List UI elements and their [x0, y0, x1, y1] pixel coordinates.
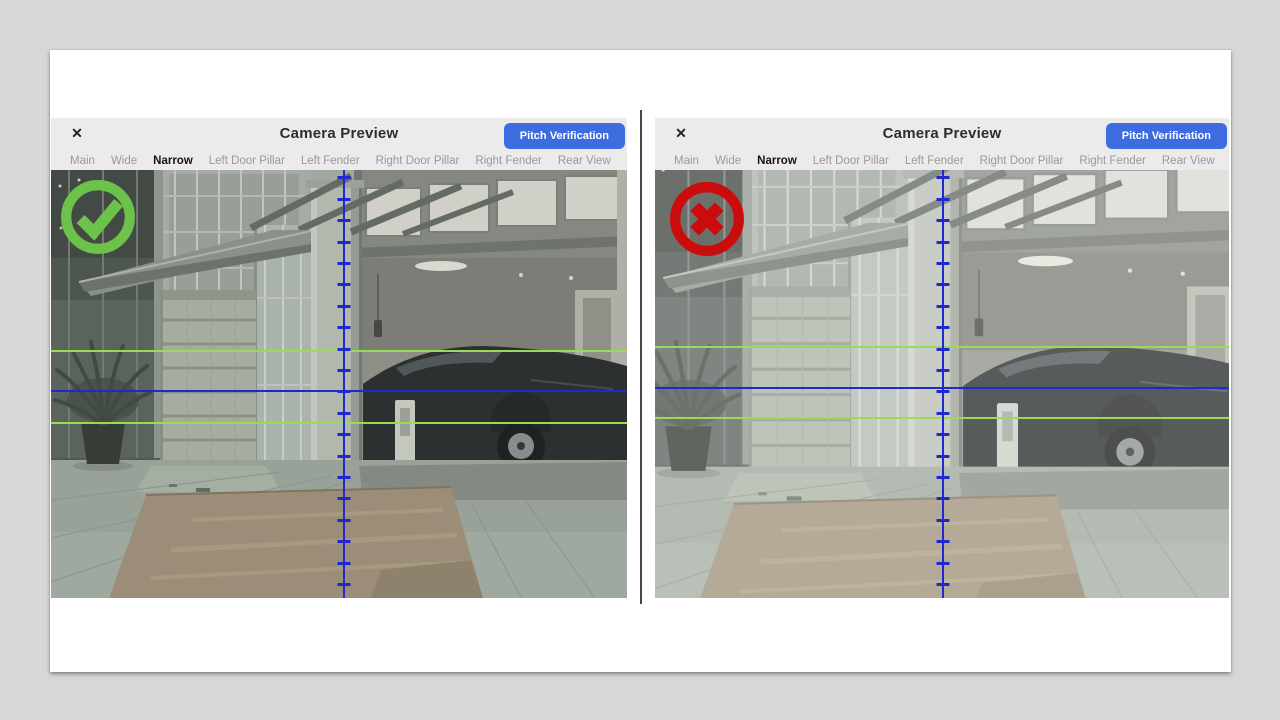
tab-narrow[interactable]: Narrow [153, 155, 193, 167]
tab-main[interactable]: Main [70, 155, 95, 167]
pitch-tick-mark [937, 433, 950, 436]
status-pass-icon [59, 178, 137, 256]
pitch-tick-mark [338, 562, 351, 565]
pitch-tick-mark [937, 476, 950, 479]
blue-vertical-crosshair-line [942, 170, 944, 598]
pitch-tick-mark [937, 283, 950, 286]
pitch-tick-mark [338, 198, 351, 201]
tab-left-fender[interactable]: Left Fender [905, 155, 964, 167]
pitch-tick-mark [937, 326, 950, 329]
status-fail-icon [668, 180, 746, 258]
pitch-tick-mark [937, 455, 950, 458]
camera-tab-bar: Main Wide Narrow Left Door Pillar Left Fende… [655, 151, 1229, 170]
tab-main[interactable]: Main [674, 155, 699, 167]
pitch-tick-mark [338, 583, 351, 586]
pitch-tick-mark [937, 369, 950, 372]
tab-rear-view[interactable]: Rear View [1162, 155, 1215, 167]
tab-wide[interactable]: Wide [111, 155, 137, 167]
pitch-tick-mark [338, 326, 351, 329]
tab-left-fender[interactable]: Left Fender [301, 155, 360, 167]
pitch-tick-mark [338, 176, 351, 179]
pitch-tick-mark [937, 198, 950, 201]
pitch-verification-button[interactable]: Pitch Verification [504, 123, 625, 149]
camera-preview-panel-left: ✕ Camera Preview Pitch Verification Main… [51, 118, 627, 598]
pitch-tick-mark [937, 562, 950, 565]
green-reference-line-bottom [51, 422, 627, 424]
pitch-tick-mark [338, 390, 351, 393]
camera-viewport [655, 170, 1229, 598]
pitch-tick-mark [338, 305, 351, 308]
tab-left-door-pillar[interactable]: Left Door Pillar [813, 155, 889, 167]
pitch-tick-mark [338, 348, 351, 351]
camera-tab-bar: Main Wide Narrow Left Door Pillar Left Fende… [51, 151, 627, 170]
pitch-tick-mark [937, 519, 950, 522]
tab-wide[interactable]: Wide [715, 155, 741, 167]
pitch-tick-mark [937, 540, 950, 543]
pitch-tick-mark [937, 305, 950, 308]
pitch-tick-mark [937, 583, 950, 586]
tab-right-fender[interactable]: Right Fender [475, 155, 541, 167]
pitch-tick-mark [937, 348, 950, 351]
pitch-tick-mark [338, 262, 351, 265]
pitch-tick-mark [338, 519, 351, 522]
pitch-tick-mark [338, 241, 351, 244]
pitch-tick-mark [937, 390, 950, 393]
camera-viewport [51, 170, 627, 598]
tab-left-door-pillar[interactable]: Left Door Pillar [209, 155, 285, 167]
panel-header: ✕ Camera Preview Pitch Verification Main… [655, 118, 1229, 170]
pitch-tick-mark [937, 241, 950, 244]
pitch-tick-mark [338, 219, 351, 222]
pitch-tick-mark [338, 455, 351, 458]
pitch-tick-mark [937, 176, 950, 179]
panel-header: ✕ Camera Preview Pitch Verification Main… [51, 118, 627, 170]
pitch-tick-mark [338, 412, 351, 415]
pitch-tick-mark [937, 412, 950, 415]
blue-vertical-crosshair-line [343, 170, 345, 598]
slide-background: ✕ Camera Preview Pitch Verification Main… [50, 50, 1231, 672]
pitch-tick-mark [338, 433, 351, 436]
camera-preview-panel-right: ✕ Camera Preview Pitch Verification Main… [655, 118, 1229, 598]
pitch-tick-mark [338, 476, 351, 479]
pitch-tick-mark [338, 497, 351, 500]
panel-divider-line [640, 110, 642, 604]
pitch-tick-mark [338, 540, 351, 543]
garage-scene-photo [51, 170, 627, 598]
pitch-tick-mark [937, 262, 950, 265]
pitch-tick-mark [937, 219, 950, 222]
tab-right-fender[interactable]: Right Fender [1079, 155, 1145, 167]
pitch-verification-button[interactable]: Pitch Verification [1106, 123, 1227, 149]
tab-rear-view[interactable]: Rear View [558, 155, 611, 167]
tab-right-door-pillar[interactable]: Right Door Pillar [980, 155, 1064, 167]
pitch-tick-mark [338, 283, 351, 286]
tab-narrow[interactable]: Narrow [757, 155, 797, 167]
x-circle-icon [668, 180, 746, 258]
check-circle-icon [59, 178, 137, 256]
pitch-tick-mark [937, 497, 950, 500]
pitch-tick-mark [338, 369, 351, 372]
tab-right-door-pillar[interactable]: Right Door Pillar [376, 155, 460, 167]
